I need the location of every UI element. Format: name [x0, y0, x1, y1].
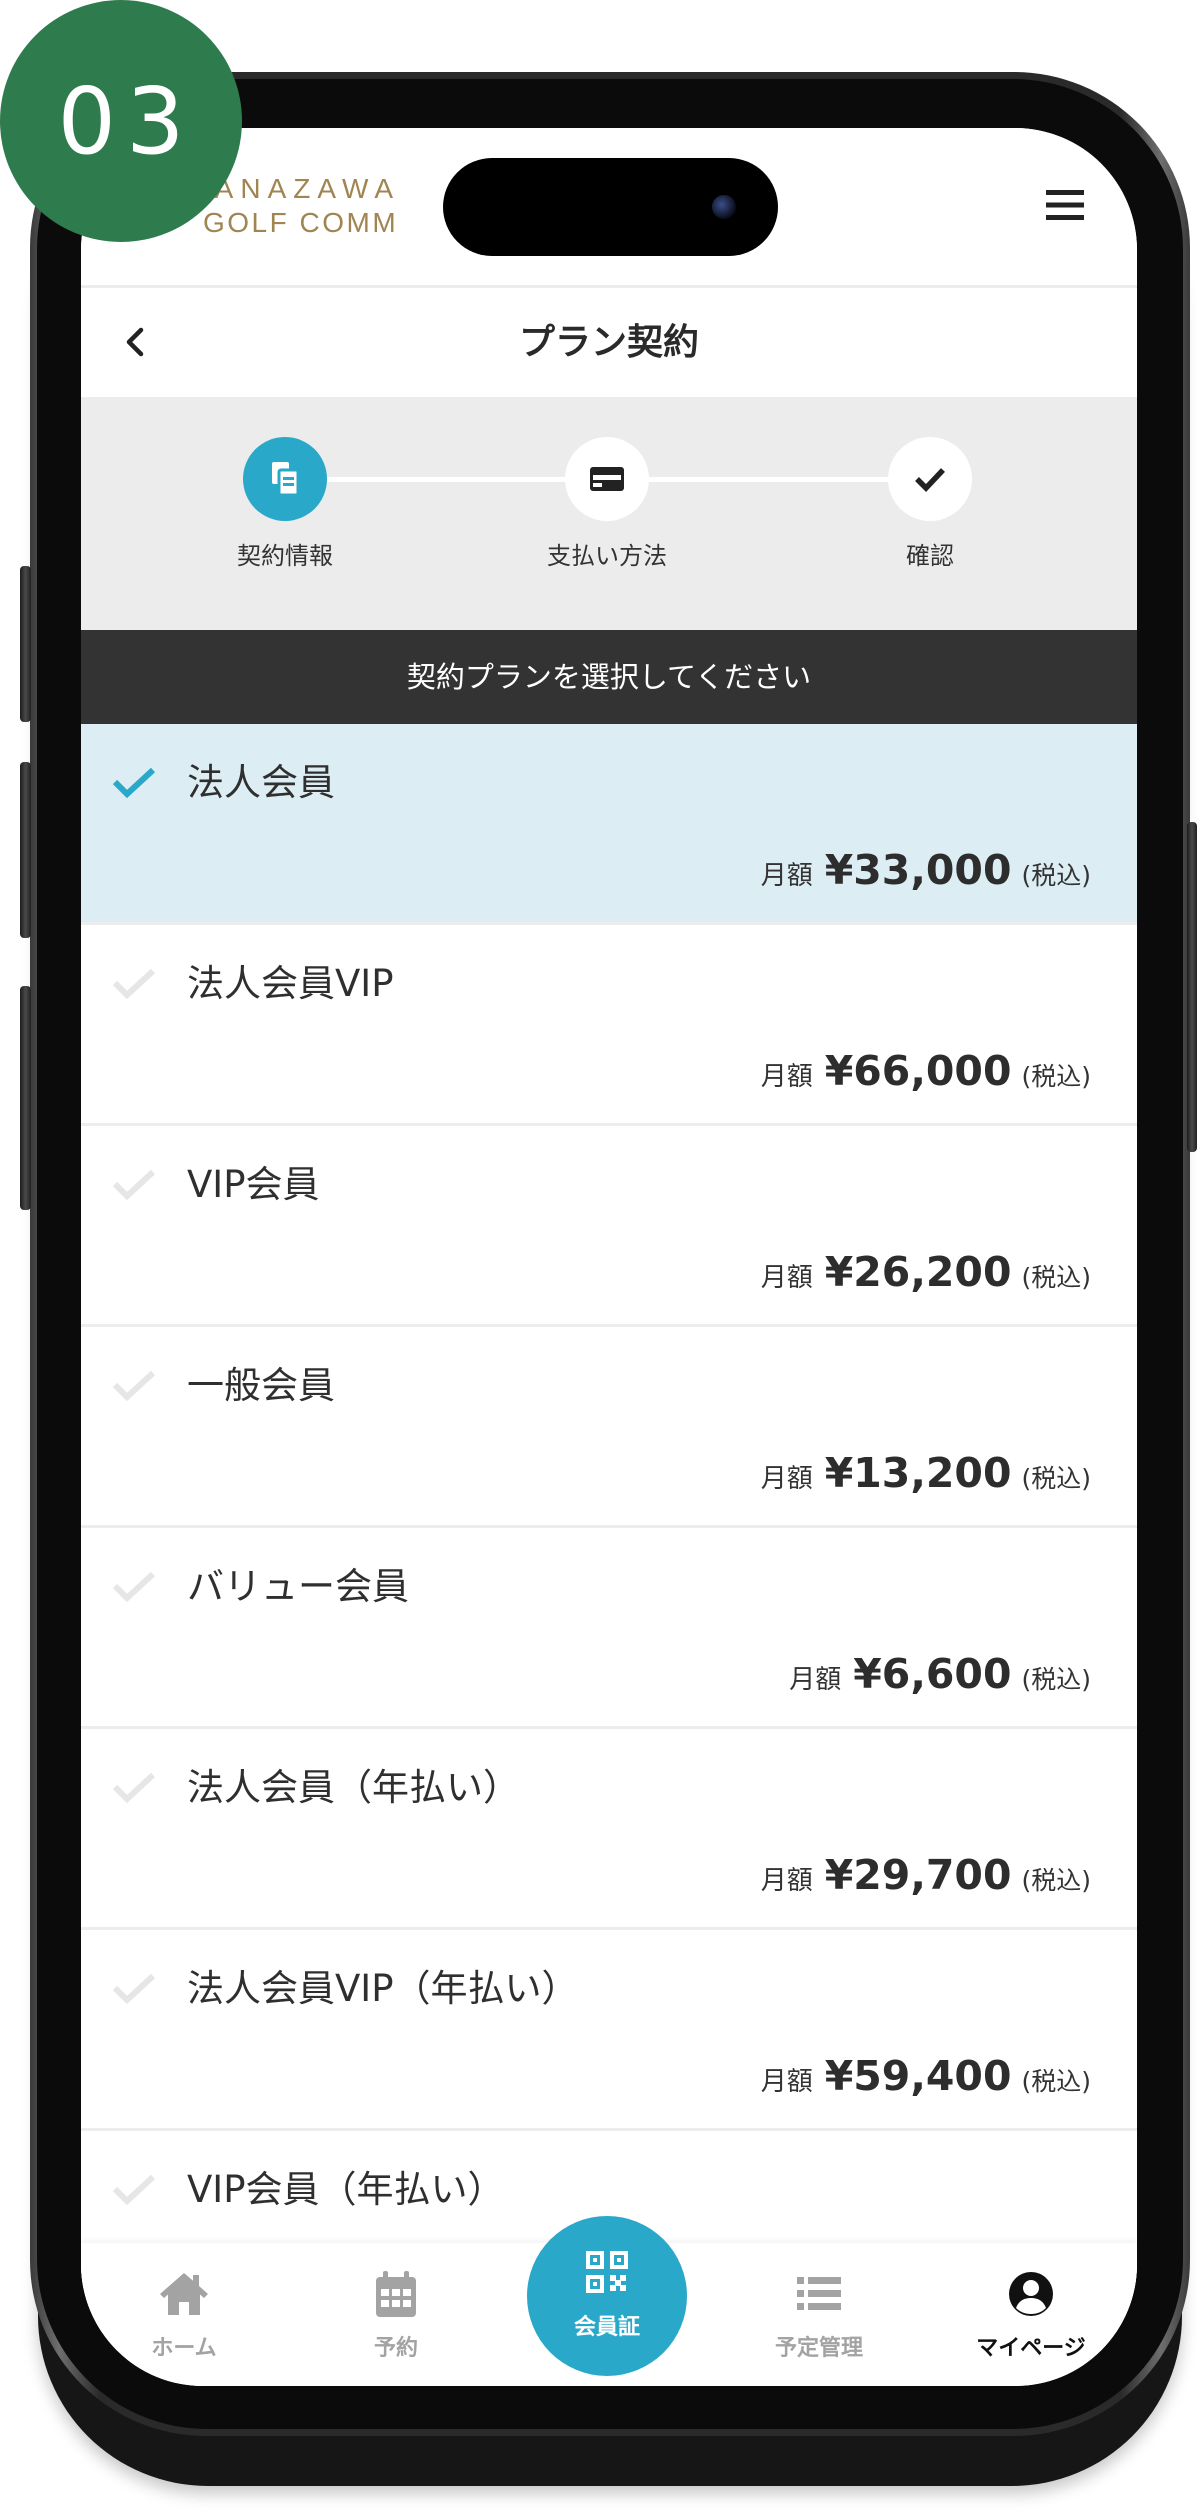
tax-note: (税込)	[1021, 861, 1091, 890]
page-title: プラン契約	[518, 322, 699, 363]
check-icon	[112, 1571, 156, 1603]
tab-schedule[interactable]: 予定管理	[729, 2243, 909, 2386]
step-contract-info: 契約情報	[185, 397, 385, 630]
plan-option[interactable]: 法人会員VIP 月額 ¥66,000 (税込)	[81, 925, 1137, 1126]
member-card-label: 会員証	[573, 2315, 640, 2340]
plan-option[interactable]: 法人会員（年払い） 月額 ¥29,700 (税込)	[81, 1729, 1137, 1930]
clipboard-icon	[272, 462, 300, 497]
credit-card-icon	[590, 467, 624, 491]
plan-name: VIP会員	[187, 1163, 320, 1206]
price-prefix: 月額	[760, 1866, 813, 1896]
price-value: ¥59,400	[824, 2052, 1012, 2100]
user-circle-icon	[1009, 2272, 1053, 2316]
plan-option[interactable]: VIP会員 月額 ¥26,200 (税込)	[81, 1126, 1137, 1327]
check-icon	[112, 1169, 156, 1201]
plan-name: 一般会員	[187, 1364, 335, 1407]
tab-label: マイページ	[976, 2336, 1086, 2361]
back-button[interactable]	[121, 326, 149, 358]
tab-mypage[interactable]: マイページ	[941, 2243, 1121, 2386]
volume-down-button	[20, 986, 31, 1210]
tax-note: (税込)	[1021, 1665, 1091, 1694]
plan-price: 月額 ¥6,600 (税込)	[789, 1650, 1091, 1704]
member-card-button[interactable]: 会員証	[527, 2216, 687, 2376]
calendar-icon	[376, 2271, 416, 2317]
list-icon	[797, 2277, 841, 2310]
step-indicator	[565, 437, 649, 521]
step-indicator	[888, 437, 972, 521]
tax-note: (税込)	[1021, 1866, 1091, 1895]
step-payment-method: 支払い方法	[507, 397, 707, 630]
price-value: ¥29,700	[824, 1851, 1012, 1899]
plan-price: 月額 ¥26,200 (税込)	[761, 1248, 1091, 1302]
check-icon	[112, 1772, 156, 1804]
tab-label: 予約	[373, 2336, 418, 2361]
check-icon	[915, 468, 945, 492]
check-icon	[112, 2174, 156, 2206]
price-prefix: 月額	[760, 1263, 813, 1293]
check-icon	[112, 1973, 156, 2005]
tab-reservation[interactable]: 予約	[306, 2243, 486, 2386]
plan-price: 月額 ¥33,000 (税込)	[761, 846, 1091, 900]
plan-price: 月額 ¥59,400 (税込)	[761, 2052, 1091, 2106]
tab-home[interactable]: ホーム	[94, 2243, 274, 2386]
plan-price: 月額 ¥13,200 (税込)	[761, 1449, 1091, 1503]
tab-label: ホーム	[151, 2336, 217, 2361]
check-icon	[112, 767, 156, 799]
tab-label: 予定管理	[774, 2336, 863, 2361]
check-icon	[112, 968, 156, 1000]
price-prefix: 月額	[760, 1464, 813, 1494]
logo-line-2: GOLF COMM	[203, 207, 399, 238]
plan-price: 月額 ¥66,000 (税込)	[761, 1047, 1091, 1101]
dynamic-island	[443, 158, 778, 256]
home-icon	[160, 2273, 208, 2315]
action-button	[20, 566, 31, 722]
tax-note: (税込)	[1021, 1464, 1091, 1493]
plan-option[interactable]: バリュー会員 月額 ¥6,600 (税込)	[81, 1528, 1137, 1729]
plan-name: 法人会員（年払い）	[187, 1766, 520, 1809]
step-label: 契約情報	[237, 542, 333, 570]
check-icon	[112, 1370, 156, 1402]
badge-number: 03	[57, 67, 195, 175]
plan-price: 月額 ¥29,700 (税込)	[761, 1851, 1091, 1905]
price-prefix: 月額	[760, 861, 813, 891]
power-button	[1187, 822, 1197, 1152]
hamburger-menu-icon	[1046, 190, 1084, 220]
tax-note: (税込)	[1021, 1062, 1091, 1091]
price-value: ¥66,000	[824, 1047, 1012, 1095]
step-label: 支払い方法	[547, 542, 667, 570]
price-prefix: 月額	[760, 2067, 813, 2097]
plan-name: VIP会員（年払い）	[187, 2168, 505, 2211]
plan-option[interactable]: 法人会員VIP（年払い） 月額 ¥59,400 (税込)	[81, 1930, 1137, 2131]
title-bar: プラン契約	[81, 288, 1137, 397]
chevron-left-icon	[126, 327, 144, 357]
tax-note: (税込)	[1021, 2067, 1091, 2096]
plan-name: 法人会員VIP（年払い）	[187, 1967, 579, 2010]
plan-option[interactable]: 法人会員 月額 ¥33,000 (税込)	[81, 724, 1137, 925]
front-camera	[712, 195, 736, 219]
tax-note: (税込)	[1021, 1263, 1091, 1292]
plan-name: バリュー会員	[187, 1565, 409, 1608]
plan-name: 法人会員	[187, 761, 335, 804]
progress-stepper: 契約情報 支払い方法 確認	[81, 397, 1137, 630]
price-value: ¥13,200	[824, 1449, 1012, 1497]
price-value: ¥6,600	[853, 1650, 1012, 1698]
phone-screen: KANAZAWA GOLF COMM プラン契約 契約情報 支払い方法 確認 契…	[81, 128, 1137, 2386]
price-prefix: 月額	[760, 1062, 813, 1092]
price-prefix: 月額	[789, 1665, 842, 1695]
step-indicator	[243, 437, 327, 521]
price-value: ¥33,000	[824, 846, 1012, 894]
step-label: 確認	[906, 542, 954, 570]
volume-up-button	[20, 762, 31, 938]
step-number-badge: 03	[0, 0, 242, 242]
step-confirm: 確認	[830, 397, 1030, 630]
qr-code-icon	[586, 2251, 628, 2293]
instruction-banner: 契約プランを選択してください	[81, 630, 1137, 724]
plan-list: 法人会員 月額 ¥33,000 (税込) 法人会員VIP 月額 ¥66,000 …	[81, 724, 1137, 2332]
price-value: ¥26,200	[824, 1248, 1012, 1296]
menu-button[interactable]	[1044, 188, 1086, 222]
plan-name: 法人会員VIP	[187, 962, 394, 1005]
plan-option[interactable]: 一般会員 月額 ¥13,200 (税込)	[81, 1327, 1137, 1528]
